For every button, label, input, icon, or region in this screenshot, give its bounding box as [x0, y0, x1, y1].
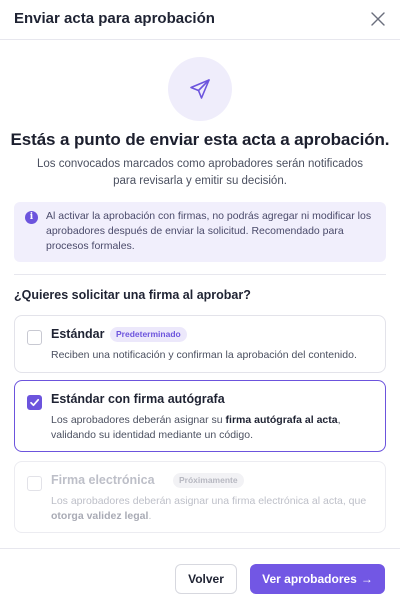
option-standard[interactable]: Estándar Predeterminado Reciben una noti…: [14, 315, 386, 373]
default-badge: Predeterminado: [110, 327, 187, 342]
coming-soon-badge: Próximamente: [173, 473, 244, 488]
dialog-subtext: Los convocados marcados como aprobadores…: [36, 158, 364, 187]
option-standard-checkbox[interactable]: [27, 330, 42, 345]
arrow-right-icon: →: [360, 572, 373, 586]
dialog-footer: Volver Ver aprobadores →: [0, 548, 400, 607]
option-electronic-checkbox: [27, 476, 42, 491]
dialog-header: Enviar acta para aprobación: [0, 0, 400, 40]
close-icon[interactable]: [367, 8, 389, 30]
option-handwritten-title: Estándar con firma autógrafa: [51, 392, 225, 406]
info-text: Al activar la aprobación con firmas, no …: [46, 210, 372, 252]
signature-question: ¿Quieres solicitar una firma al aprobar?: [14, 288, 251, 302]
option-electronic-title: Firma electrónica: [51, 473, 155, 487]
option-standard-description: Reciben una notificación y confirman la …: [51, 349, 357, 361]
option-handwritten-description: Los aprobadores deberán asignar su firma…: [51, 414, 341, 441]
send-icon: [168, 57, 232, 121]
info-icon: i: [25, 211, 38, 224]
check-icon: [30, 398, 40, 407]
divider: [14, 274, 386, 275]
option-handwritten-signature[interactable]: Estándar con firma autógrafa Los aprobad…: [14, 380, 386, 452]
dialog-title: Enviar acta para aprobación: [14, 10, 215, 27]
option-handwritten-checkbox[interactable]: [27, 395, 42, 410]
view-approvers-label: Ver aprobadores: [262, 572, 357, 586]
info-banner: i Al activar la aprobación con firmas, n…: [14, 202, 386, 262]
option-electronic-signature: Firma electrónica Próximamente Los aprob…: [14, 461, 386, 533]
dialog-headline: Estás a punto de enviar esta acta a apro…: [10, 130, 390, 149]
option-electronic-description: Los aprobadores deberán asignar una firm…: [51, 495, 367, 522]
view-approvers-button[interactable]: Ver aprobadores →: [250, 564, 385, 594]
send-approval-dialog: Enviar acta para aprobación Estás a punt…: [0, 0, 400, 607]
option-standard-title: Estándar: [51, 327, 105, 341]
back-button[interactable]: Volver: [175, 564, 237, 594]
